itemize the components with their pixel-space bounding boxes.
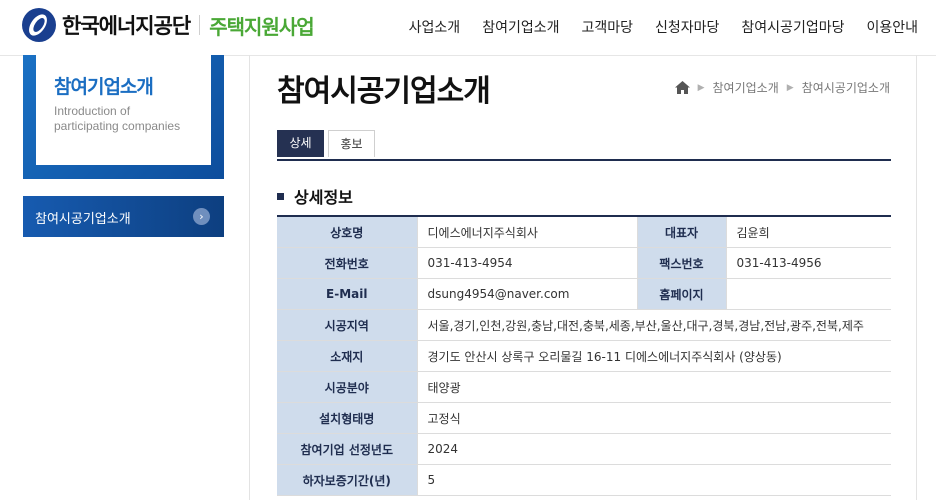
selection-year-label: 참여기업 선정년도 bbox=[277, 433, 417, 465]
breadcrumb: ▶ 참여기업소개 ▶ 참여시공기업소개 bbox=[674, 79, 890, 96]
nav-item-participating-companies[interactable]: 참여기업소개 bbox=[482, 17, 559, 37]
main-nav: 사업소개 참여기업소개 고객마당 신청자마당 참여시공기업마당 이용안내 bbox=[409, 17, 918, 37]
warranty-label: 하자보증기간(년) bbox=[277, 464, 417, 496]
square-bullet-icon bbox=[277, 192, 284, 200]
table-row: 전화번호 031-413-4954 팩스번호 031-413-4956 bbox=[277, 247, 891, 279]
table-row: 시공지역 서울,경기,인천,강원,충남,대전,충북,세종,부산,울산,대구,경북… bbox=[277, 309, 891, 341]
nav-item-business-intro[interactable]: 사업소개 bbox=[409, 17, 461, 37]
logo-divider bbox=[199, 15, 201, 35]
company-name-label: 상호명 bbox=[277, 216, 417, 248]
sidebar-title-box: 참여기업소개 Introduction of participating com… bbox=[23, 55, 224, 179]
fax-label: 팩스번호 bbox=[636, 247, 726, 279]
table-row: 소재지 경기도 안산시 상록구 오리물길 16-11 디에스에너지주식회사 (양… bbox=[277, 340, 891, 372]
table-row: 상호명 디에스에너지주식회사 대표자 김윤희 bbox=[277, 216, 891, 248]
tab-promotion[interactable]: 홍보 bbox=[328, 130, 375, 157]
nav-item-contractor[interactable]: 참여시공기업마당 bbox=[741, 17, 844, 37]
energy-agency-logo-icon bbox=[22, 8, 56, 42]
site-header: 한국에너지공단 주택지원사업 사업소개 참여기업소개 고객마당 신청자마당 참여… bbox=[0, 0, 936, 56]
table-row: 참여기업 선정년도 2024 bbox=[277, 433, 891, 465]
section-heading: 상세정보 bbox=[277, 184, 353, 208]
breadcrumb-item-participating-companies[interactable]: 참여기업소개 bbox=[713, 79, 779, 96]
homepage-value bbox=[725, 278, 891, 310]
table-row: E-Mail dsung4954@naver.com 홈페이지 bbox=[277, 278, 891, 310]
tab-bar: 상세 홍보 bbox=[277, 130, 891, 161]
breadcrumb-separator-icon: ▶ bbox=[786, 82, 794, 93]
nav-item-guide[interactable]: 이용안내 bbox=[866, 17, 918, 37]
ceo-label: 대표자 bbox=[636, 216, 726, 248]
warranty-value: 5 bbox=[416, 464, 891, 496]
page-title: 참여시공기업소개 bbox=[277, 74, 491, 109]
company-name-value: 디에스에너지주식회사 bbox=[416, 216, 637, 248]
sidebar-item-contractor-intro[interactable]: 참여시공기업소개 › bbox=[23, 196, 224, 237]
install-type-label: 설치형태명 bbox=[277, 402, 417, 434]
phone-label: 전화번호 bbox=[277, 247, 417, 279]
install-type-value: 고정식 bbox=[416, 402, 891, 434]
field-label: 시공분야 bbox=[277, 371, 417, 403]
table-row: 시공분야 태양광 bbox=[277, 371, 891, 403]
breadcrumb-separator-icon: ▶ bbox=[697, 82, 705, 93]
logo-name: 한국에너지공단 bbox=[62, 14, 191, 38]
phone-value: 031-413-4954 bbox=[416, 247, 637, 279]
section-title: 상세정보 bbox=[294, 188, 353, 207]
site-logo[interactable]: 한국에너지공단 주택지원사업 bbox=[22, 8, 315, 42]
content-divider bbox=[249, 55, 250, 500]
address-label: 소재지 bbox=[277, 340, 417, 372]
region-value: 서울,경기,인천,강원,충남,대전,충북,세종,부산,울산,대구,경북,경남,전… bbox=[416, 309, 891, 341]
selection-year-value: 2024 bbox=[416, 433, 891, 465]
sidebar-subtitle-en: Introduction of participating companies bbox=[54, 104, 181, 133]
chevron-right-icon: › bbox=[193, 208, 210, 225]
logo-subtitle: 주택지원사업 bbox=[209, 14, 314, 39]
sidebar-title: 참여기업소개 bbox=[54, 76, 154, 98]
email-label: E-Mail bbox=[277, 278, 417, 310]
email-value: dsung4954@naver.com bbox=[416, 278, 637, 310]
region-label: 시공지역 bbox=[277, 309, 417, 341]
home-icon[interactable] bbox=[674, 81, 690, 94]
ceo-value: 김윤희 bbox=[725, 216, 891, 248]
table-row: 설치형태명 고정식 bbox=[277, 402, 891, 434]
company-detail-table: 상호명 디에스에너지주식회사 대표자 김윤희 전화번호 031-413-4954… bbox=[277, 215, 891, 496]
address-value: 경기도 안산시 상록구 오리물길 16-11 디에스에너지주식회사 (양상동) bbox=[416, 340, 891, 372]
nav-item-customer[interactable]: 고객마당 bbox=[581, 17, 633, 37]
fax-value: 031-413-4956 bbox=[725, 247, 891, 279]
homepage-label: 홈페이지 bbox=[636, 278, 726, 310]
sidebar-title-card: 참여기업소개 Introduction of participating com… bbox=[36, 55, 211, 165]
field-value: 태양광 bbox=[416, 371, 891, 403]
sidebar-item-label: 참여시공기업소개 bbox=[35, 212, 131, 227]
content-divider-right bbox=[916, 55, 917, 500]
nav-item-applicant[interactable]: 신청자마당 bbox=[655, 17, 719, 37]
breadcrumb-item-current[interactable]: 참여시공기업소개 bbox=[802, 79, 890, 96]
tab-detail[interactable]: 상세 bbox=[277, 130, 324, 157]
table-row: 하자보증기간(년) 5 bbox=[277, 464, 891, 496]
